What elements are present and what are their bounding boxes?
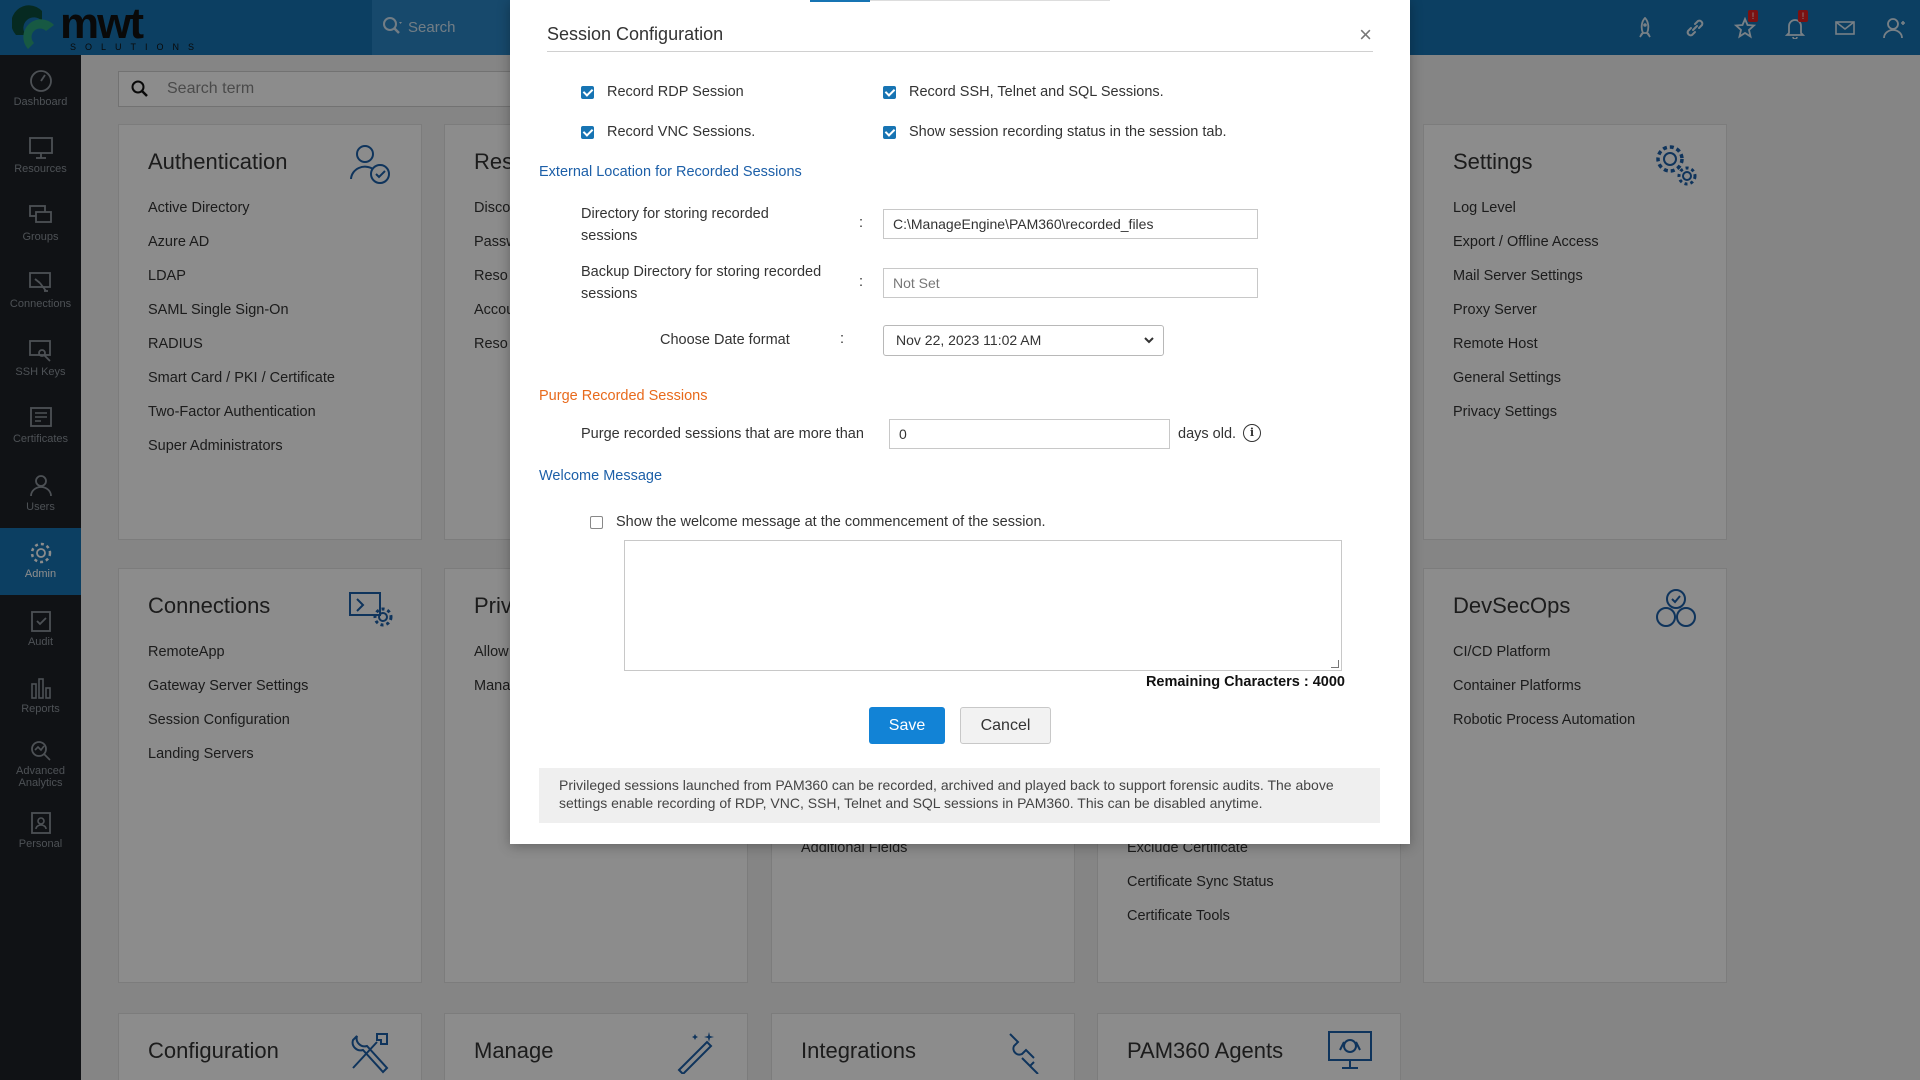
title-divider — [547, 51, 1373, 52]
welcome-message-label: Show the welcome message at the commence… — [616, 514, 1046, 530]
welcome-message-checkbox[interactable] — [590, 515, 603, 529]
session-configuration-dialog: Session Configuration × Record RDP Sessi… — [510, 0, 1410, 844]
welcome-message-textarea[interactable] — [624, 540, 1342, 671]
welcome-heading: Welcome Message — [539, 468, 663, 484]
record-ssh-option[interactable]: Record SSH, Telnet and SQL Sessions. — [883, 84, 1164, 100]
backup-directory-input[interactable]: Not Set — [883, 268, 1258, 298]
purge-suffix: days old. — [1178, 426, 1237, 442]
external-location-heading: External Location for Recorded Sessions — [539, 164, 802, 180]
save-button[interactable]: Save — [869, 707, 945, 744]
record-rdp-label: Record RDP Session — [607, 84, 744, 100]
purge-heading: Purge Recorded Sessions — [539, 388, 708, 404]
backup-directory-label: Backup Directory for storing recorded se… — [581, 264, 822, 302]
purge-days-input[interactable]: 0 — [889, 419, 1170, 449]
record-ssh-checkbox[interactable] — [883, 85, 896, 99]
colon: : — [840, 331, 845, 347]
purge-label: Purge recorded sessions that are more th… — [581, 426, 864, 442]
record-ssh-label: Record SSH, Telnet and SQL Sessions. — [909, 84, 1164, 100]
date-format-select[interactable]: Nov 22, 2023 11:02 AM — [883, 325, 1164, 356]
cancel-button[interactable]: Cancel — [960, 707, 1051, 744]
chevron-down-icon — [1143, 326, 1155, 366]
dialog-title: Session Configuration — [547, 24, 724, 44]
remaining-characters: Remaining Characters : 4000 — [1145, 674, 1345, 690]
close-icon[interactable]: × — [1359, 22, 1372, 48]
record-rdp-option[interactable]: Record RDP Session — [581, 84, 744, 100]
info-icon[interactable]: i — [1243, 424, 1261, 442]
date-format-value: Nov 22, 2023 11:02 AM — [896, 332, 1042, 348]
modal-tab-indicator — [810, 0, 870, 2]
record-vnc-checkbox[interactable] — [581, 125, 594, 139]
recording-status-label: Show session recording status in the ses… — [909, 124, 1227, 140]
modal-tab-divider — [870, 0, 1110, 1]
record-vnc-label: Record VNC Sessions. — [607, 124, 756, 140]
colon: : — [859, 215, 864, 231]
info-note: Privileged sessions launched from PAM360… — [539, 768, 1380, 823]
colon: : — [859, 274, 864, 290]
recording-status-checkbox[interactable] — [883, 125, 896, 139]
date-format-label: Choose Date format — [660, 332, 790, 348]
record-vnc-option[interactable]: Record VNC Sessions. — [581, 124, 755, 140]
resize-handle-icon[interactable] — [1331, 660, 1339, 668]
record-rdp-checkbox[interactable] — [581, 85, 594, 99]
directory-label: Directory for storing recorded sessions — [581, 206, 769, 244]
directory-input[interactable]: C:\ManageEngine\PAM360\recorded_files — [883, 209, 1258, 239]
welcome-message-option[interactable]: Show the welcome message at the commence… — [590, 514, 1046, 530]
recording-status-option[interactable]: Show session recording status in the ses… — [883, 124, 1227, 140]
